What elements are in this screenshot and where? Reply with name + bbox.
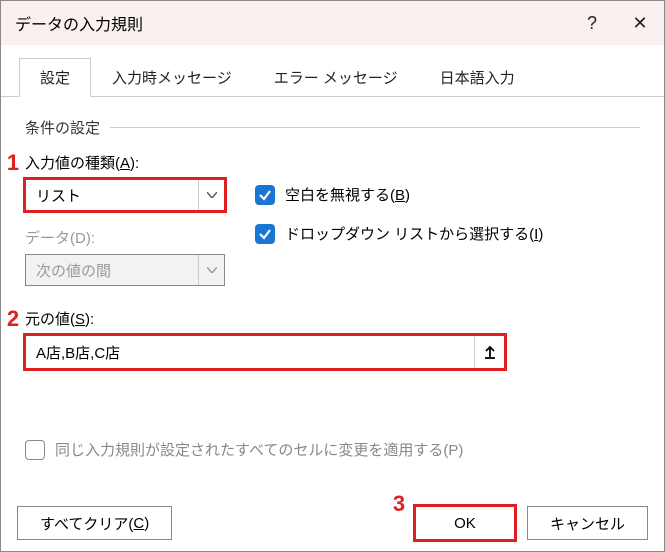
apply-all-checkbox: 同じ入力規則が設定されたすべてのセルに変更を適用する(P) [25,439,640,460]
data-label: データ(D): [25,227,225,248]
tab-input-message[interactable]: 入力時メッセージ [91,58,253,97]
dialog-title: データの入力規則 [15,11,568,35]
help-icon: ? [587,13,597,34]
checkbox-unchecked-icon [25,440,45,460]
clear-all-button[interactable]: すべてクリア(C) [17,506,172,540]
tab-strip: 設定 入力時メッセージ エラー メッセージ 日本語入力 [1,45,664,97]
ok-button[interactable]: OK [415,506,515,540]
in-cell-dropdown-checkbox[interactable]: ドロップダウン リストから選択する(I) [255,223,640,244]
allow-label: 入力値の種類(A): [25,152,225,173]
callout-marker-3: 3 [389,491,409,517]
dialog-footer: すべてクリア(C) 3 OK キャンセル [1,495,664,551]
callout-marker-2: 2 [3,306,23,332]
ignore-blank-label: 空白を無視する(B) [285,184,410,205]
collapse-dialog-icon [483,345,497,359]
allow-select[interactable]: リスト [25,179,225,211]
tab-content: 条件の設定 1 入力値の種類(A): リスト データ(D): 次の値の間 [1,97,664,460]
chevron-down-icon [198,180,224,210]
callout-marker-1: 1 [3,150,23,176]
tab-error-alert[interactable]: エラー メッセージ [253,58,419,97]
source-label: 元の値(S): [25,308,640,329]
data-validation-dialog: データの入力規則 ? ✕ 設定 入力時メッセージ エラー メッセージ 日本語入力… [0,0,665,552]
cancel-button[interactable]: キャンセル [527,506,648,540]
apply-all-label: 同じ入力規則が設定されたすべてのセルに変更を適用する(P) [55,439,463,460]
source-input[interactable] [26,336,474,368]
group-conditions: 条件の設定 [25,117,640,138]
allow-select-value: リスト [26,185,198,206]
close-icon: ✕ [632,13,647,34]
close-button[interactable]: ✕ [616,1,664,45]
tab-ime-mode[interactable]: 日本語入力 [419,58,536,97]
checkbox-checked-icon [255,185,275,205]
in-cell-dropdown-label: ドロップダウン リストから選択する(I) [285,223,543,244]
chevron-down-icon [198,255,224,285]
group-conditions-label: 条件の設定 [25,117,100,138]
source-input-wrap [25,335,505,369]
checkbox-checked-icon [255,224,275,244]
data-select-value: 次の値の間 [26,260,198,281]
help-button[interactable]: ? [568,1,616,45]
titlebar: データの入力規則 ? ✕ [1,1,664,45]
ignore-blank-checkbox[interactable]: 空白を無視する(B) [255,184,640,205]
tab-settings[interactable]: 設定 [19,58,91,97]
range-selector-button[interactable] [474,336,504,368]
group-divider [110,127,640,128]
data-select: 次の値の間 [25,254,225,286]
